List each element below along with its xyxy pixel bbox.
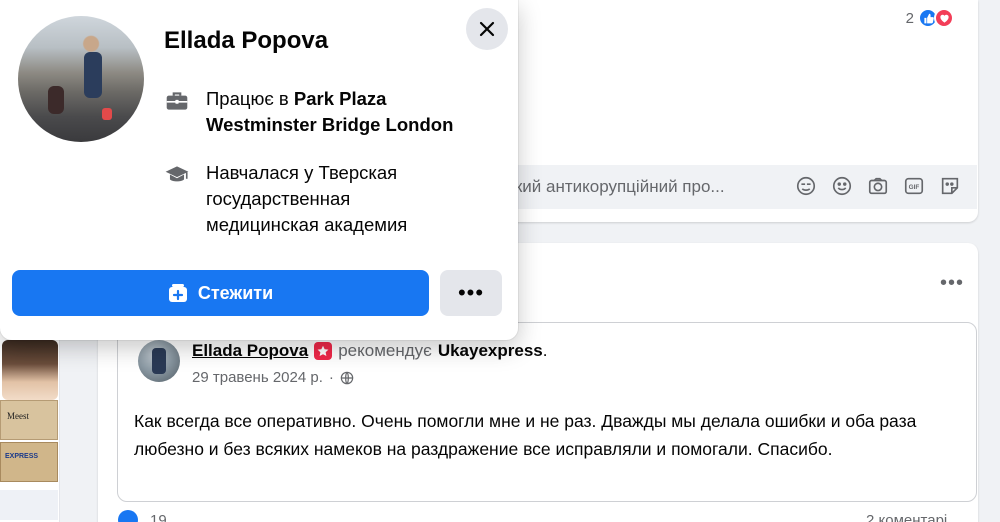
ad-strip	[0, 490, 58, 520]
more-options-button[interactable]: •••	[440, 270, 502, 316]
profile-name[interactable]: Ellada Popova	[164, 27, 328, 55]
comment-input-placeholder[interactable]: ький антикорупційний про...	[506, 177, 725, 197]
comments-count[interactable]: 2 коментарі	[866, 512, 947, 522]
avatar[interactable]	[138, 340, 180, 382]
post-date[interactable]: 29 травень 2024 р.	[192, 369, 323, 386]
ad-brand-text: Meest	[7, 411, 29, 421]
avatar-figure-2	[48, 86, 64, 114]
ad-box-image-2: EXPRESS	[0, 442, 58, 482]
close-icon	[479, 21, 495, 37]
page-suffix: .	[542, 341, 548, 360]
page-name-link[interactable]: Ukayexpress	[438, 341, 543, 361]
education-line-1: Навчалася у Тверская	[206, 162, 398, 183]
ad-express-text: EXPRESS	[5, 453, 39, 460]
post-meta: 29 травень 2024 р. ·	[192, 369, 354, 386]
love-reaction-icon	[934, 8, 954, 28]
recommendation-header: Ellada Popova рекомендує Ukayexpress.	[192, 341, 547, 361]
follow-icon	[168, 284, 187, 302]
work-place-link-2[interactable]: Westminster Bridge London	[206, 114, 453, 135]
briefcase-icon	[164, 88, 190, 114]
education-line-2: государственная	[206, 188, 351, 209]
left-ad-thumbnail[interactable]: Meest EXPRESS	[0, 330, 60, 522]
reaction-count: 2	[905, 9, 914, 27]
globe-icon	[340, 371, 354, 385]
avatar-sticker-icon[interactable]	[795, 175, 817, 197]
recommendation-text: Как всегда все оперативно. Очень помогли…	[134, 411, 917, 459]
author-name-link[interactable]: Ellada Popova	[192, 341, 308, 361]
recommend-badge-icon	[314, 342, 333, 360]
meta-separator: ·	[328, 369, 334, 386]
recommends-text: рекомендує	[338, 341, 432, 360]
avatar-figure	[84, 52, 102, 98]
follow-button[interactable]: Стежити	[12, 270, 429, 316]
ad-person-image	[2, 340, 58, 400]
follow-label: Стежити	[197, 282, 274, 303]
education-info: Навчалася у Тверская государственная мед…	[164, 160, 407, 238]
sticker-icon[interactable]	[939, 175, 961, 197]
comment-tools: GIF	[795, 175, 961, 197]
gif-icon[interactable]: GIF	[903, 175, 925, 197]
education-line-3: медицинская академия	[206, 214, 408, 235]
work-info: Працює в Park Plaza Westminster Bridge L…	[164, 86, 453, 138]
profile-avatar[interactable]	[18, 16, 144, 142]
reaction-summary[interactable]: 2	[906, 8, 954, 28]
avatar-figure-3	[102, 108, 112, 120]
like-count[interactable]: 19	[150, 512, 167, 522]
svg-text:GIF: GIF	[909, 184, 920, 191]
emoji-icon[interactable]	[831, 175, 853, 197]
close-button[interactable]	[466, 8, 508, 50]
camera-icon[interactable]	[867, 175, 889, 197]
work-prefix: Працює в	[206, 88, 294, 109]
ad-box-image: Meest	[0, 400, 58, 440]
graduation-cap-icon	[164, 162, 190, 188]
work-place-link[interactable]: Park Plaza	[294, 88, 387, 109]
profile-hovercard: Ellada Popova Працює в Park Plaza Westmi…	[0, 0, 518, 340]
post-more-button[interactable]: •••	[940, 272, 964, 295]
